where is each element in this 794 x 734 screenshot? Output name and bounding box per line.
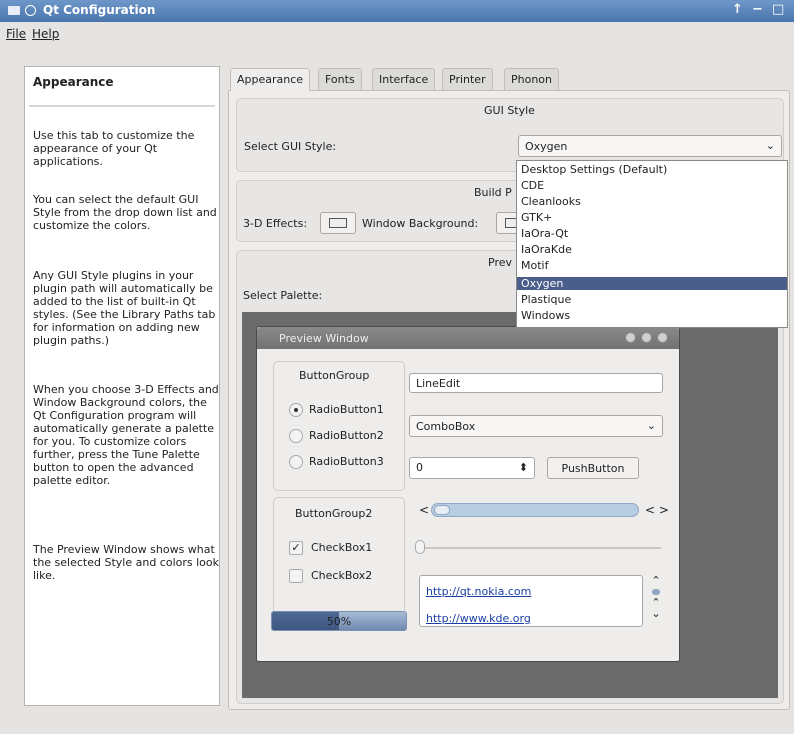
minimize-button[interactable]: − bbox=[752, 2, 763, 17]
spin-arrows-icon[interactable]: ⬍ bbox=[519, 461, 528, 474]
menu-help[interactable]: Help bbox=[32, 27, 59, 41]
checkbox-1-label: CheckBox1 bbox=[311, 541, 373, 554]
help-panel: Appearance Use this tab to customize the… bbox=[24, 66, 220, 706]
help-paragraph: When you choose 3-D Effects and Window B… bbox=[33, 383, 219, 487]
sticky-icon[interactable] bbox=[25, 5, 36, 16]
status-bar bbox=[0, 712, 794, 734]
effects-color-swatch bbox=[329, 218, 347, 228]
preview-window-title: Preview Window bbox=[279, 332, 369, 345]
radio-button-2-label: RadioButton2 bbox=[309, 429, 384, 442]
radio-button-1-label: RadioButton1 bbox=[309, 403, 384, 416]
menubar: File Help bbox=[0, 22, 794, 46]
preview-window-body: ButtonGroup RadioButton1 RadioButton2 Ra… bbox=[257, 349, 679, 661]
select-gui-style-label: Select GUI Style: bbox=[244, 140, 337, 153]
tab-appearance[interactable]: Appearance bbox=[230, 68, 311, 91]
radio-selected-dot bbox=[294, 408, 298, 412]
scroll-left-icon[interactable]: < bbox=[645, 503, 655, 517]
divider bbox=[29, 105, 215, 107]
tab-phonon[interactable]: Phonon bbox=[504, 68, 560, 90]
spin-box-value: 0 bbox=[416, 461, 423, 474]
tab-interface[interactable]: Interface bbox=[372, 68, 436, 90]
scrollbar-handle[interactable] bbox=[434, 505, 450, 515]
help-paragraph: Any GUI Style plugins in your plugin pat… bbox=[33, 269, 216, 347]
scroll-up-icon[interactable]: ⌃ bbox=[651, 574, 660, 587]
keep-above-button[interactable]: ↑ bbox=[732, 2, 743, 17]
scroll-arrows-icon[interactable]: < > bbox=[645, 503, 669, 517]
window-menu-icon[interactable] bbox=[8, 6, 20, 15]
radio-button-3[interactable] bbox=[289, 455, 303, 469]
preview-maximize-icon bbox=[641, 332, 652, 343]
gui-style-option-selected[interactable]: Oxygen bbox=[517, 277, 787, 290]
preview-window: Preview Window ButtonGroup RadioButton1 … bbox=[256, 326, 680, 662]
slider-handle[interactable] bbox=[415, 540, 425, 554]
gui-style-group-title: GUI Style bbox=[484, 104, 535, 117]
button-group-2-title: ButtonGroup2 bbox=[295, 507, 373, 520]
gui-style-option[interactable]: CDE bbox=[517, 179, 787, 192]
button-group-1-title: ButtonGroup bbox=[299, 369, 370, 382]
effects-label: 3-D Effects: bbox=[243, 217, 308, 230]
progress-bar: 50% bbox=[271, 611, 407, 631]
preview-minimize-icon bbox=[625, 332, 636, 343]
gui-style-dropdown-list: Desktop Settings (Default) CDE Cleanlook… bbox=[516, 160, 788, 328]
radio-button-3-label: RadioButton3 bbox=[309, 455, 384, 468]
gui-style-combo-value: Oxygen bbox=[525, 140, 568, 153]
slider-track bbox=[419, 547, 661, 549]
menu-file[interactable]: File bbox=[6, 27, 26, 41]
help-paragraph: Use this tab to customize the appearance… bbox=[33, 129, 195, 168]
effects-color-button[interactable] bbox=[320, 212, 356, 234]
gui-style-option[interactable]: Desktop Settings (Default) bbox=[517, 163, 787, 176]
chevron-down-icon: ⌄ bbox=[646, 419, 656, 432]
gui-style-option[interactable]: IaOra-Qt bbox=[517, 227, 787, 240]
window-background-label: Window Background: bbox=[362, 217, 479, 230]
preview-close-icon bbox=[657, 332, 668, 343]
vertical-scrollbar[interactable]: ⌃ ⌃ ⌄ bbox=[649, 575, 663, 619]
link-qt[interactable]: http://qt.nokia.com bbox=[426, 585, 531, 598]
build-palette-group-title: Build P bbox=[474, 186, 512, 199]
window-title: Qt Configuration bbox=[43, 3, 156, 17]
chevron-down-icon: ⌄ bbox=[765, 139, 775, 152]
select-palette-label: Select Palette: bbox=[243, 289, 323, 302]
link-kde[interactable]: http://www.kde.org bbox=[426, 612, 531, 625]
vertical-scrollbar-handle[interactable] bbox=[652, 589, 660, 595]
horizontal-scrollbar[interactable] bbox=[431, 503, 639, 517]
checkbox-1[interactable]: ✓ bbox=[289, 541, 303, 555]
help-paragraph: The Preview Window shows what the select… bbox=[33, 543, 219, 582]
scroll-left-icon[interactable]: < bbox=[419, 503, 429, 517]
radio-button-1[interactable] bbox=[289, 403, 303, 417]
gui-style-option[interactable]: Motif bbox=[517, 259, 787, 272]
push-button[interactable]: PushButton bbox=[547, 457, 639, 479]
text-browser[interactable]: http://qt.nokia.com http://www.kde.org bbox=[419, 575, 643, 627]
gui-style-option[interactable]: GTK+ bbox=[517, 211, 787, 224]
gui-style-option[interactable]: IaOraKde bbox=[517, 243, 787, 256]
progress-bar-text: 50% bbox=[326, 615, 352, 628]
gui-style-combo[interactable]: Oxygen ⌄ bbox=[518, 135, 782, 157]
tab-printer[interactable]: Printer bbox=[442, 68, 493, 90]
scroll-right-icon[interactable]: > bbox=[659, 503, 669, 517]
help-paragraph: You can select the default GUI Style fro… bbox=[33, 193, 217, 232]
help-panel-title: Appearance bbox=[33, 75, 114, 89]
scroll-down-icon[interactable]: ⌄ bbox=[651, 607, 660, 620]
preview-combo-value: ComboBox bbox=[416, 420, 476, 433]
checkbox-2[interactable] bbox=[289, 569, 303, 583]
radio-button-2[interactable] bbox=[289, 429, 303, 443]
window-titlebar: Qt Configuration ↑ − □ bbox=[0, 0, 794, 22]
preview-group-title: Prev bbox=[488, 256, 512, 269]
checkbox-2-label: CheckBox2 bbox=[311, 569, 373, 582]
gui-style-option[interactable]: Cleanlooks bbox=[517, 195, 787, 208]
maximize-button[interactable]: □ bbox=[772, 2, 784, 17]
tab-fonts[interactable]: Fonts bbox=[318, 68, 362, 90]
gui-style-option[interactable]: Windows bbox=[517, 309, 787, 322]
preview-window-titlebar: Preview Window bbox=[257, 327, 679, 349]
line-edit[interactable]: LineEdit bbox=[409, 373, 663, 393]
gui-style-option[interactable]: Plastique bbox=[517, 293, 787, 306]
spin-box[interactable]: 0 ⬍ bbox=[409, 457, 535, 479]
preview-combo-box[interactable]: ComboBox ⌄ bbox=[409, 415, 663, 437]
